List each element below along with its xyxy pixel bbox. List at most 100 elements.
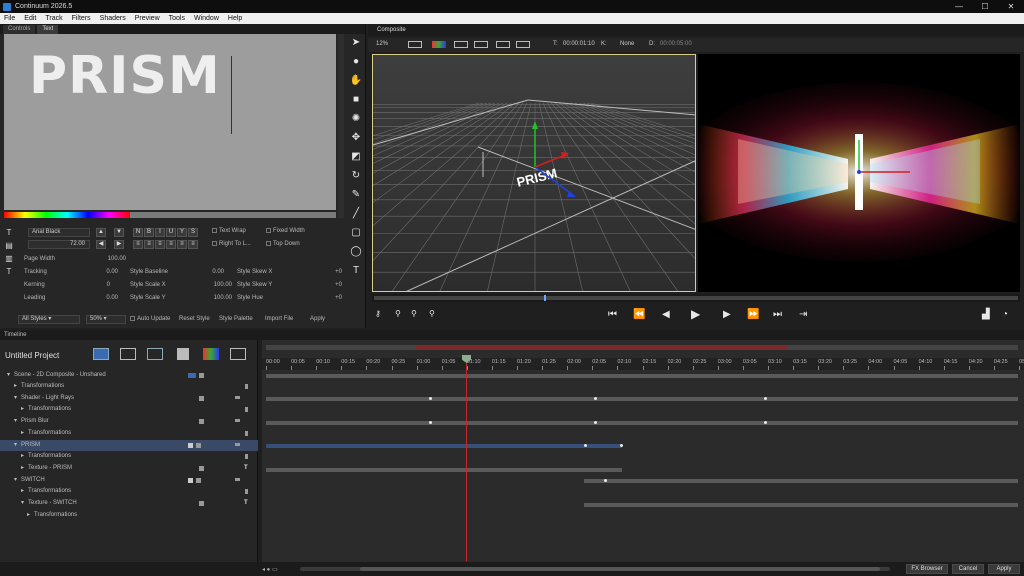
style-y-button[interactable]: Y bbox=[177, 228, 187, 237]
layer-row-selected[interactable]: ▾ PRISM bbox=[0, 440, 258, 451]
track-light-rays[interactable] bbox=[266, 397, 1018, 401]
composite-viewport-render[interactable] bbox=[698, 54, 1020, 292]
menu-tools[interactable]: Tools bbox=[165, 15, 190, 22]
current-timecode[interactable]: 00:00:01:10 bbox=[563, 41, 595, 47]
keyframe[interactable] bbox=[429, 421, 432, 424]
align-left-icon[interactable]: ◀ bbox=[96, 240, 106, 249]
work-area-bar[interactable] bbox=[416, 345, 788, 350]
keyframe[interactable] bbox=[620, 444, 623, 447]
layer-row[interactable]: ▾ SWITCH bbox=[0, 475, 258, 486]
justify-center-icon[interactable]: ≡ bbox=[144, 240, 154, 249]
layer-row[interactable]: ▸ Transformations bbox=[0, 381, 258, 392]
style-bold-button[interactable]: B bbox=[144, 228, 154, 237]
apply-button[interactable]: Apply bbox=[988, 564, 1020, 574]
style-icon[interactable]: ▥ bbox=[4, 254, 14, 264]
reset-style-button[interactable]: Reset Style bbox=[179, 316, 210, 322]
import-file-button[interactable]: Import File bbox=[265, 316, 293, 322]
keyframe-prev-icon[interactable]: ⚲ bbox=[395, 309, 401, 318]
viewer-time-ruler[interactable] bbox=[372, 294, 1020, 302]
style-s-button[interactable]: S bbox=[188, 228, 198, 237]
hand-icon[interactable]: ✋ bbox=[349, 74, 363, 88]
justify-left-icon[interactable]: ≡ bbox=[133, 240, 143, 249]
camera-icon[interactable] bbox=[496, 41, 510, 48]
step-back-icon[interactable]: ⏪ bbox=[633, 309, 645, 320]
timeline-scroll-track[interactable] bbox=[266, 345, 1018, 350]
menu-track[interactable]: Track bbox=[41, 15, 67, 22]
style-hue-value[interactable]: +0 bbox=[326, 295, 342, 301]
track-prism[interactable] bbox=[266, 444, 622, 448]
justify-full-icon[interactable]: ≡ bbox=[166, 240, 176, 249]
composite-zoom[interactable]: 12% bbox=[376, 41, 388, 47]
timeline-tracks[interactable]: 00:00 00:05 00:10 00:15 00:20 00:25 01:00 01:05… bbox=[262, 340, 1024, 562]
view-icon[interactable] bbox=[408, 41, 422, 48]
style-skew-y-value[interactable]: +0 bbox=[326, 282, 342, 288]
type-tool-icon[interactable]: T bbox=[349, 264, 363, 278]
move-icon[interactable]: ✥ bbox=[349, 131, 363, 145]
menu-file[interactable]: File bbox=[0, 15, 20, 22]
keyframe[interactable] bbox=[764, 421, 767, 424]
sphere-icon[interactable]: ● bbox=[349, 55, 363, 69]
keyframe[interactable] bbox=[584, 444, 587, 447]
zoom-controls-icon[interactable]: ◂ ● ▭ bbox=[262, 566, 292, 573]
style-scale-y-value[interactable]: 100.00 bbox=[198, 295, 232, 301]
style-baseline-value[interactable]: 0.00 bbox=[198, 269, 224, 275]
play-icon[interactable]: ▶ bbox=[691, 307, 700, 321]
overlay-icon[interactable] bbox=[516, 41, 530, 48]
style-palette-button[interactable]: Style Palette bbox=[219, 316, 253, 322]
keyframe[interactable] bbox=[594, 421, 597, 424]
loop-icon[interactable]: ⇥ bbox=[799, 309, 807, 320]
text-canvas[interactable]: PRISM bbox=[4, 34, 336, 210]
composite-viewport-3d[interactable]: PRISM bbox=[372, 54, 696, 292]
keyframe[interactable] bbox=[429, 397, 432, 400]
frame-forward-icon[interactable]: ▶ bbox=[723, 309, 731, 320]
scale-icon[interactable]: ◩ bbox=[349, 150, 363, 164]
menu-edit[interactable]: Edit bbox=[20, 15, 41, 22]
menu-shaders[interactable]: Shaders bbox=[96, 15, 131, 22]
right-to-left-option[interactable]: Right To L... bbox=[212, 241, 251, 247]
size-down-button[interactable]: ▼ bbox=[114, 228, 124, 237]
close-button[interactable]: ✕ bbox=[998, 0, 1024, 13]
text-tool-icon[interactable]: T bbox=[4, 228, 14, 238]
solid-icon[interactable] bbox=[177, 348, 189, 360]
timeline-ruler[interactable]: 00:00 00:05 00:10 00:15 00:20 00:25 01:00 01:05… bbox=[262, 358, 1024, 370]
channels-icon[interactable] bbox=[432, 41, 446, 48]
camera-layer-icon[interactable] bbox=[120, 348, 136, 360]
maximize-button[interactable]: ☐ bbox=[972, 0, 998, 13]
tab-text[interactable]: Text bbox=[37, 25, 59, 34]
track-texture-prism[interactable] bbox=[266, 468, 622, 472]
styles-select[interactable]: All Styles ▾ bbox=[18, 315, 80, 324]
size-up-button[interactable]: ▲ bbox=[96, 228, 106, 237]
text-canvas-scrollbar[interactable] bbox=[338, 34, 344, 218]
tab-controls[interactable]: Controls bbox=[3, 25, 36, 34]
leading-value[interactable]: 0.00 bbox=[92, 295, 118, 301]
track-texture-switch[interactable] bbox=[584, 503, 1018, 507]
fx-browser-button[interactable]: FX Browser bbox=[906, 564, 948, 574]
style-underline-button[interactable]: U bbox=[166, 228, 176, 237]
menu-preview[interactable]: Preview bbox=[131, 15, 165, 22]
graph-icon[interactable]: ▟ bbox=[982, 309, 990, 320]
tab-composite[interactable]: Composite bbox=[372, 26, 411, 35]
auto-update-checkbox[interactable]: Auto Update bbox=[130, 316, 170, 322]
light-icon[interactable]: ✺ bbox=[349, 112, 363, 126]
tab-timeline[interactable]: Timeline bbox=[4, 332, 26, 338]
menu-filters[interactable]: Filters bbox=[68, 15, 96, 22]
layer-row[interactable]: ▸ Transformations bbox=[0, 510, 258, 521]
scrollbar-thumb[interactable] bbox=[360, 567, 880, 571]
region-icon[interactable] bbox=[454, 41, 468, 48]
layer-row[interactable]: ▾ Texture - SWITCH T bbox=[0, 498, 258, 509]
minimize-button[interactable]: — bbox=[946, 0, 972, 13]
layer-row[interactable]: ▸ Texture - PRISM T bbox=[0, 463, 258, 474]
keyframe[interactable] bbox=[594, 397, 597, 400]
keyframe[interactable] bbox=[764, 397, 767, 400]
layer-row[interactable]: ▸ Transformations bbox=[0, 451, 258, 462]
safe-area-icon[interactable] bbox=[474, 41, 488, 48]
square-icon[interactable]: ■ bbox=[349, 93, 363, 107]
go-to-end-icon[interactable]: ⏭ bbox=[773, 309, 782, 320]
outdent-icon[interactable]: ≡ bbox=[188, 240, 198, 249]
rotate-icon[interactable]: ↻ bbox=[349, 169, 363, 183]
layer-row[interactable]: ▸ Transformations bbox=[0, 428, 258, 439]
track-prism-blur[interactable] bbox=[266, 421, 1018, 425]
font-size-field[interactable]: 72.00 bbox=[28, 240, 90, 249]
step-forward-icon[interactable]: ⏩ bbox=[747, 309, 759, 320]
keyframe-key-icon[interactable]: ⚷ bbox=[375, 309, 381, 318]
